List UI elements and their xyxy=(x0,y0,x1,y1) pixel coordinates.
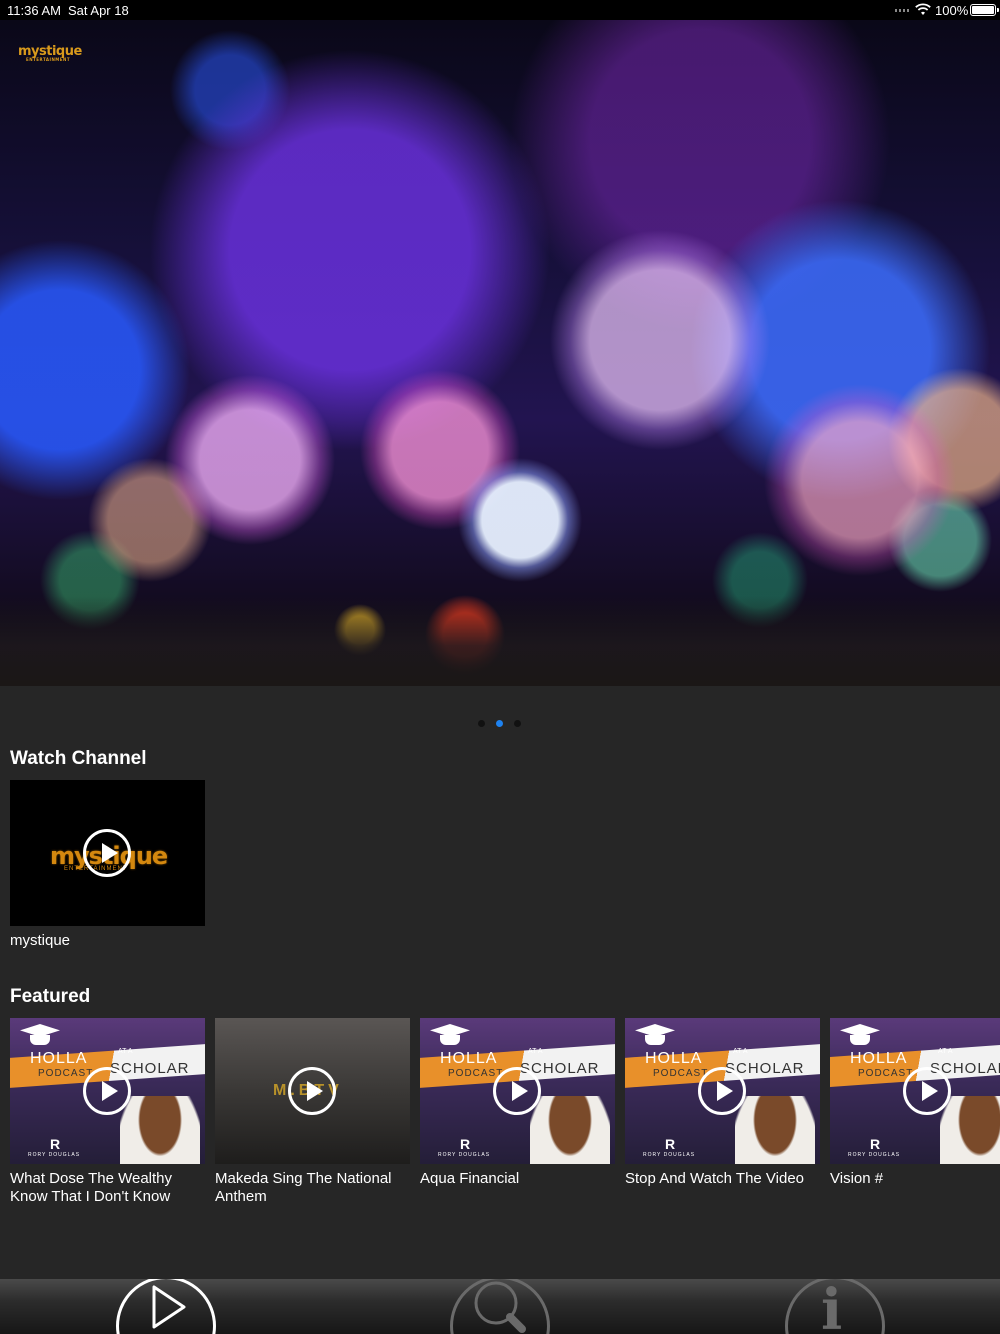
host-photo xyxy=(940,1096,1000,1164)
pager-dot-1[interactable] xyxy=(478,720,485,727)
search-icon xyxy=(474,1281,526,1333)
status-date: Sat Apr 18 xyxy=(68,3,129,18)
featured-caption-1[interactable]: What Dose The Wealthy Know That I Don't … xyxy=(10,1170,210,1206)
featured-caption-5[interactable]: Vision # xyxy=(830,1170,995,1188)
play-icon[interactable] xyxy=(493,1067,541,1115)
pager-dot-2[interactable] xyxy=(496,720,503,727)
carousel-pager[interactable] xyxy=(478,720,524,728)
featured-tile-3[interactable]: HOLLA AT A SCHOLAR PODCAST R RORY DOUGLA… xyxy=(420,1018,615,1164)
info-icon: i xyxy=(821,1279,843,1334)
status-time: 11:36 AM xyxy=(7,3,61,18)
status-bar: 11:36 AM Sat Apr 18 100% xyxy=(0,0,1000,20)
featured-tile-2[interactable]: M.BTV xyxy=(215,1018,410,1164)
tab-info[interactable]: i xyxy=(785,1279,885,1334)
channel-tile-mystique[interactable]: mystique ENTERTAINMENT xyxy=(10,780,205,926)
battery-icon xyxy=(970,4,999,16)
featured-caption-3[interactable]: Aqua Financial xyxy=(420,1170,620,1188)
play-icon[interactable] xyxy=(83,829,131,877)
hero-floor xyxy=(0,596,1000,686)
tab-bar: i xyxy=(0,1279,1000,1334)
play-icon xyxy=(152,1285,186,1329)
featured-tile-5[interactable]: HOLLA AT A SCHOLAR PODCAST R RORY DOUGLA… xyxy=(830,1018,1000,1164)
featured-tile-1[interactable]: HOLLA AT A SCHOLAR PODCAST R RORY DOUGLA… xyxy=(10,1018,205,1164)
pager-dot-3[interactable] xyxy=(514,720,521,727)
featured-caption-2[interactable]: Makeda Sing The National Anthem xyxy=(215,1170,415,1206)
hero-carousel[interactable]: mystique ENTERTAINMENT xyxy=(0,20,1000,686)
featured-title: Featured xyxy=(10,986,91,1007)
featured-caption-4[interactable]: Stop And Watch The Video xyxy=(625,1170,825,1188)
play-icon[interactable] xyxy=(698,1067,746,1115)
battery-percent: 100% xyxy=(935,3,969,18)
watch-channel-title: Watch Channel xyxy=(10,748,147,769)
brand-logo: mystique ENTERTAINMENT xyxy=(18,44,82,62)
tab-play[interactable] xyxy=(116,1279,216,1334)
featured-tile-4[interactable]: HOLLA AT A SCHOLAR PODCAST R RORY DOUGLA… xyxy=(625,1018,820,1164)
tab-search[interactable] xyxy=(450,1279,550,1334)
wifi-icon xyxy=(915,3,931,15)
host-photo xyxy=(735,1096,815,1164)
signal-dots-icon xyxy=(895,9,911,12)
host-photo xyxy=(120,1096,200,1164)
play-icon[interactable] xyxy=(288,1067,336,1115)
channel-caption[interactable]: mystique xyxy=(10,932,210,950)
play-icon[interactable] xyxy=(83,1067,131,1115)
play-icon[interactable] xyxy=(903,1067,951,1115)
host-photo xyxy=(530,1096,610,1164)
